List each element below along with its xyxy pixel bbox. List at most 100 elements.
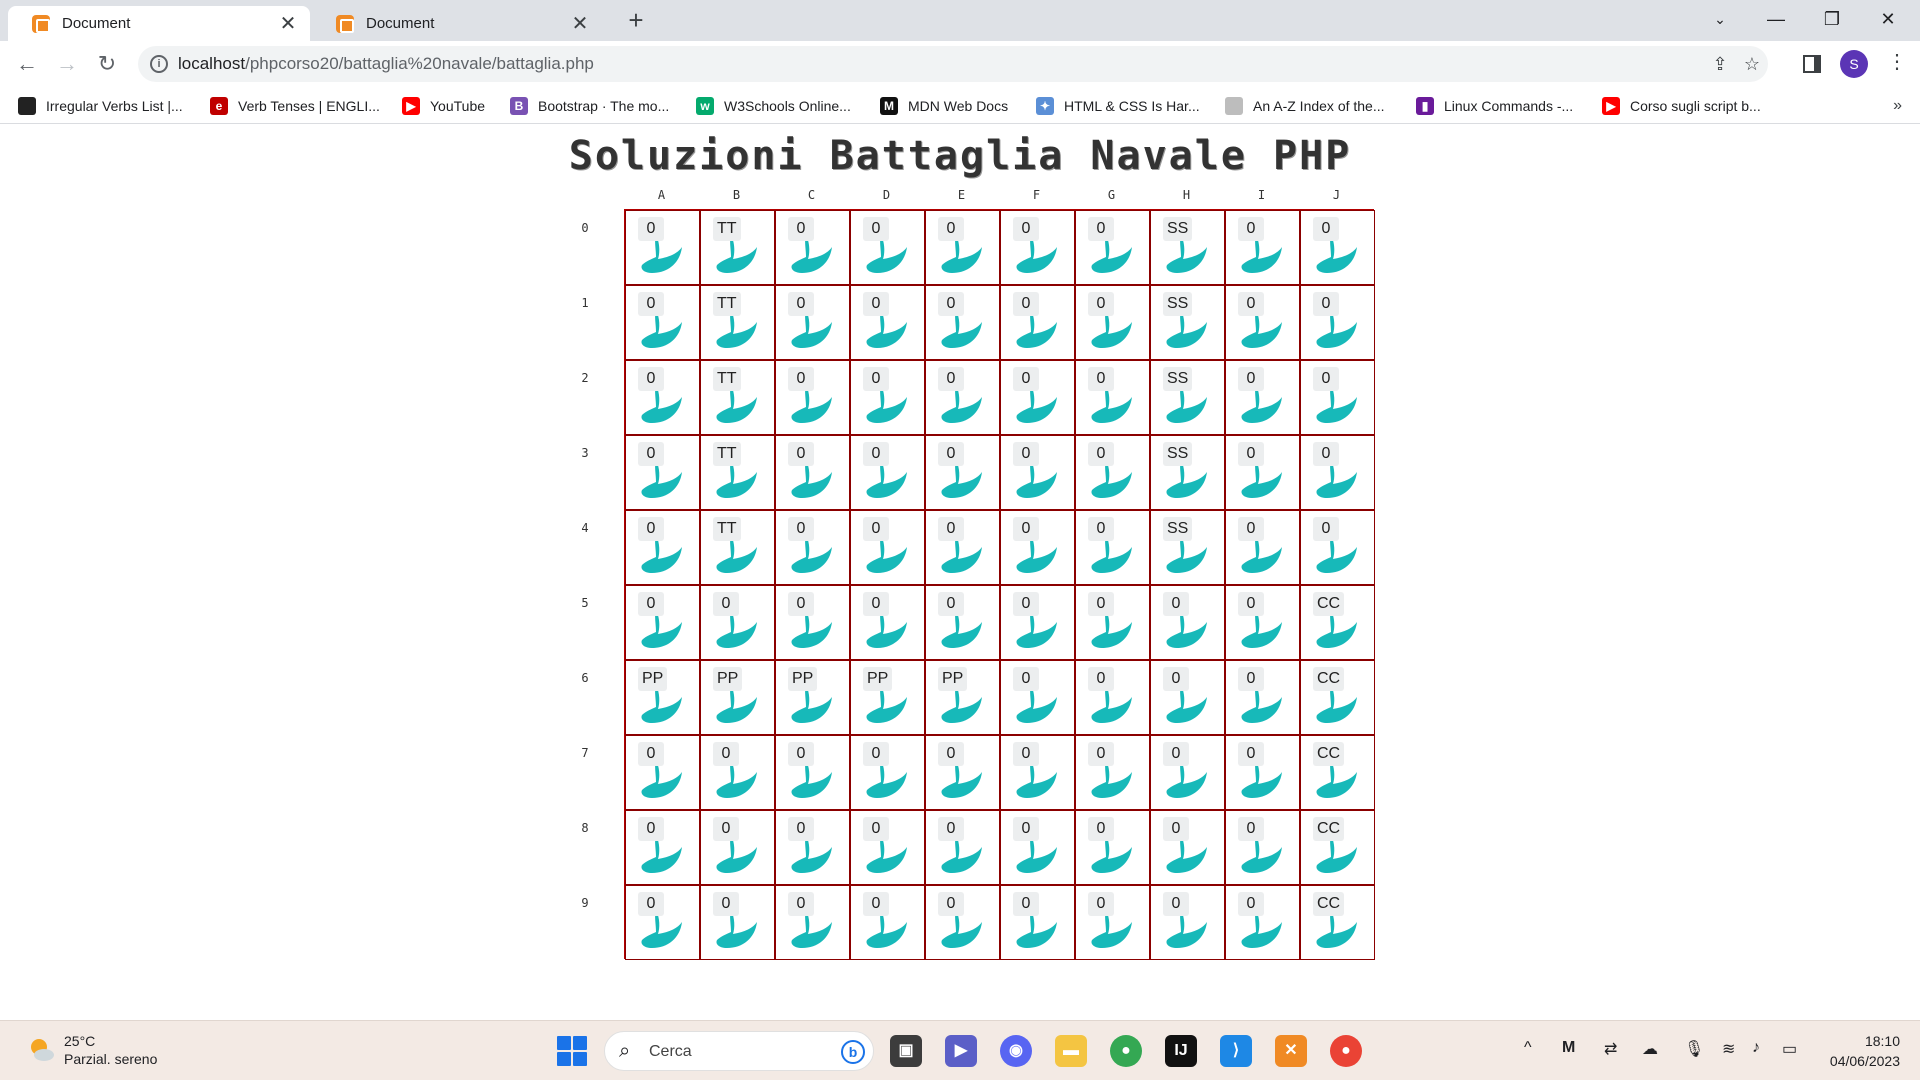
bookmark-4[interactable]: w W3Schools Online... (696, 95, 851, 117)
column-header: D (882, 188, 891, 202)
sync-icon[interactable]: ⇄ (1604, 1039, 1617, 1059)
cell-value: 0 (1163, 667, 1189, 691)
meet-icon[interactable]: ▶ (945, 1035, 977, 1067)
grid-cell: 0 (850, 285, 925, 360)
cell-value: TT (713, 442, 741, 466)
battery-icon[interactable]: ▭ (1782, 1039, 1797, 1059)
weather-sun-cloud-icon[interactable] (26, 1035, 56, 1065)
bookmark-7[interactable]: An A-Z Index of the... (1225, 95, 1385, 117)
tab-search-button[interactable]: ⌄ (1692, 0, 1748, 38)
cell-value: 0 (788, 517, 814, 541)
chrome-profile-icon[interactable]: ● (1330, 1035, 1362, 1067)
cell-value: 0 (1238, 367, 1264, 391)
intellij-icon[interactable]: IJ (1165, 1035, 1197, 1067)
new-tab-button[interactable]: + (622, 6, 650, 34)
discord-icon[interactable]: ◉ (1000, 1035, 1032, 1067)
bookmark-9[interactable]: ▶ Corso sugli script b... (1602, 95, 1761, 117)
cell-value: 0 (1163, 592, 1189, 616)
cell-value: 0 (713, 892, 739, 916)
bookmark-3[interactable]: B Bootstrap · The mo... (510, 95, 669, 117)
show-hidden-icons[interactable]: ^ (1524, 1039, 1532, 1057)
address-bar[interactable]: i localhost/phpcorso20/battaglia%20naval… (138, 46, 1768, 82)
more-bookmarks-icon[interactable]: » (1893, 97, 1902, 115)
grid-cell: 0 (925, 360, 1000, 435)
volume-icon[interactable]: ♪ (1752, 1039, 1760, 1057)
close-window-button[interactable]: ✕ (1860, 0, 1916, 38)
file-explorer-icon[interactable]: ▬ (1055, 1035, 1087, 1067)
cell-value: SS (1163, 517, 1193, 541)
column-header: G (1107, 188, 1116, 202)
back-button[interactable]: ← (12, 49, 42, 79)
bookmark-6[interactable]: ✦ HTML & CSS Is Har... (1036, 95, 1200, 117)
cell-value: 0 (1013, 442, 1039, 466)
cell-value: 0 (1313, 217, 1339, 241)
vscode-icon[interactable]: ⟩ (1220, 1035, 1252, 1067)
share-icon[interactable]: ⇪ (1708, 52, 1732, 76)
close-icon[interactable]: ✕ (278, 11, 298, 36)
chrome-icon[interactable]: ● (1110, 1035, 1142, 1067)
close-icon[interactable]: ✕ (570, 11, 590, 36)
site-info-icon[interactable]: i (150, 55, 168, 73)
cell-value: 0 (1088, 667, 1114, 691)
wifi-icon[interactable]: ≋ (1722, 1039, 1735, 1059)
column-header: B (732, 188, 741, 202)
tab-document-2[interactable]: Document ✕ (312, 6, 602, 41)
bookmark-8[interactable]: ▮ Linux Commands -... (1416, 95, 1573, 117)
grid-cell: 0 (1300, 210, 1375, 285)
weather-temperature[interactable]: 25°C (64, 1033, 95, 1049)
forward-button[interactable]: → (52, 49, 82, 79)
bookmark-5[interactable]: M MDN Web Docs (880, 95, 1008, 117)
task-view-icon[interactable]: ▣ (890, 1035, 922, 1067)
gmail-icon[interactable]: M (1562, 1039, 1575, 1057)
page-title: Soluzioni Battaglia Navale PHP (568, 133, 1352, 179)
cell-value: PP (638, 667, 668, 691)
column-header: A (657, 188, 666, 202)
grid-cell: 0 (1225, 810, 1300, 885)
grid-cell: 0 (625, 510, 700, 585)
bookmark-2[interactable]: ▶ YouTube (402, 95, 485, 117)
cell-value: 0 (1013, 217, 1039, 241)
weather-description[interactable]: Parzial. sereno (64, 1051, 157, 1067)
onedrive-icon[interactable]: ☁ (1642, 1039, 1658, 1059)
grid-cell: 0 (1075, 660, 1150, 735)
side-panel-icon[interactable] (1803, 55, 1821, 73)
bookmark-1[interactable]: e Verb Tenses | ENGLI... (210, 95, 380, 117)
cell-value: 0 (1313, 442, 1339, 466)
menu-icon[interactable]: ⋮ (1887, 49, 1907, 74)
grid-cell: 0 (1150, 810, 1225, 885)
mdn-icon: M (880, 97, 898, 115)
minimize-button[interactable]: — (1748, 0, 1804, 38)
grid-cell: 0 (925, 285, 1000, 360)
xampp-icon[interactable]: ✕ (1275, 1035, 1307, 1067)
windows-start-icon[interactable] (557, 1036, 587, 1066)
cell-value: 0 (638, 517, 664, 541)
grid-cell: CC (1300, 810, 1375, 885)
grid-cell: 0 (1075, 735, 1150, 810)
cell-value: 0 (1013, 292, 1039, 316)
url-text[interactable]: localhost/phpcorso20/battaglia%20navale/… (178, 46, 594, 82)
cell-value: 0 (1088, 817, 1114, 841)
bookmark-star-icon[interactable]: ☆ (1740, 52, 1764, 76)
row-header: 7 (581, 746, 589, 760)
grid-cell: PP (925, 660, 1000, 735)
cell-value: 0 (863, 742, 889, 766)
clock-time[interactable]: 18:10 (1865, 1033, 1900, 1049)
cell-value: 0 (713, 817, 739, 841)
profile-avatar[interactable]: S (1840, 50, 1868, 78)
cell-value: 0 (788, 217, 814, 241)
grid-cell: 0 (1150, 585, 1225, 660)
xampp-icon (32, 14, 50, 33)
grid-cell: 0 (1225, 210, 1300, 285)
tab-document-1[interactable]: Document ✕ (8, 6, 310, 41)
bing-icon[interactable]: b (841, 1040, 865, 1064)
bookmark-0[interactable]: Irregular Verbs List |... (18, 95, 183, 117)
restore-button[interactable]: ❐ (1804, 0, 1860, 38)
column-header: F (1032, 188, 1041, 202)
grid-cell: 0 (1150, 735, 1225, 810)
cell-value: 0 (1163, 817, 1189, 841)
microphone-icon[interactable]: 🎙 (1684, 1039, 1704, 1059)
reload-button[interactable]: ↻ (92, 49, 122, 79)
clock-date[interactable]: 04/06/2023 (1830, 1053, 1900, 1069)
tab-title: Document (62, 15, 131, 32)
taskbar-search-input[interactable]: ⌕ Cerca b (604, 1031, 874, 1071)
